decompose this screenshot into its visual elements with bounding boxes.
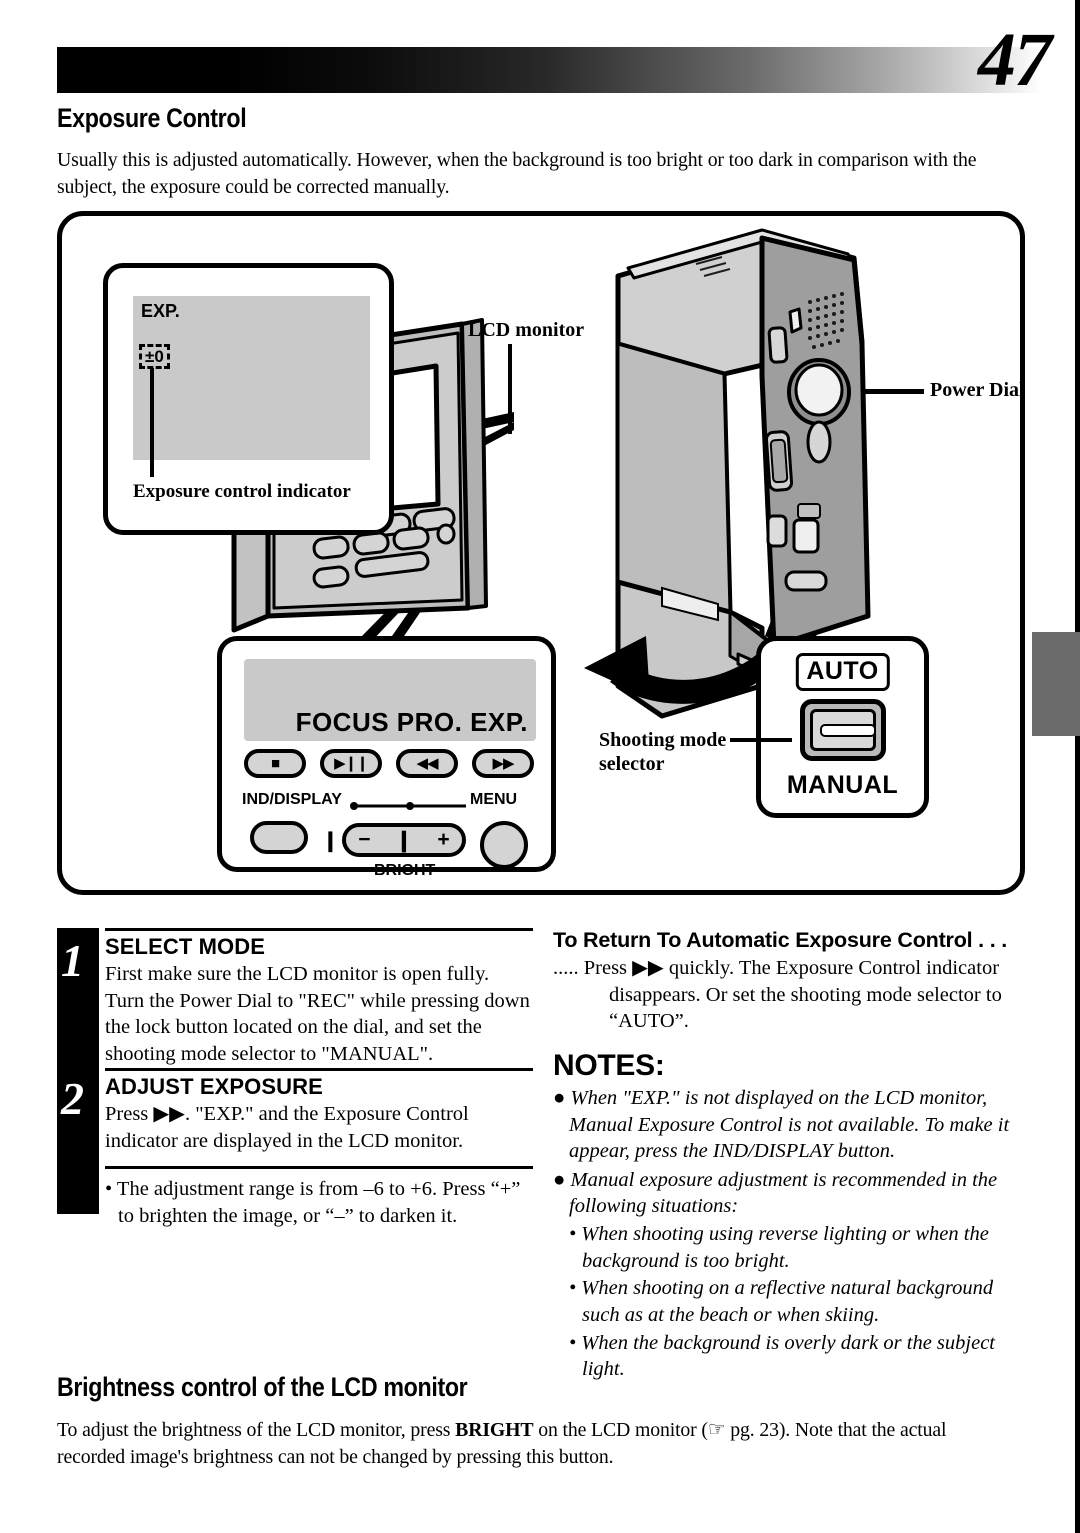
stop-icon: ■ [270,755,280,772]
exposure-indicator-callout: EXP. ±0 Exposure control indicator [103,263,394,535]
step-1-title: SELECT MODE [105,934,265,959]
shooting-mode-callout: AUTO MANUAL [756,636,929,818]
lcd-monitor-label: LCD monitor [468,319,585,341]
step-1-number: 1 [61,935,84,986]
right-column: To Return To Automatic Exposure Control … [553,928,1031,1383]
step-2-number: 2 [61,1073,84,1124]
power-tick-mark: ❙ [322,830,339,852]
shooting-mode-switch[interactable] [799,699,886,761]
shooting-mode-selector-label-line2: selector [599,752,665,775]
shooting-mode-switch-knob[interactable] [819,724,876,737]
bright-button-name: BRIGHT [455,1419,534,1441]
page-edge-rule [1075,0,1080,1533]
brightness-section-text: To adjust the brightness of the LCD moni… [57,1417,998,1470]
page-reference-icon: ☞ [707,1419,726,1441]
brightness-text-mid: on the LCD monitor ( [533,1419,708,1441]
rewind-button[interactable]: ◀◀ [396,749,458,778]
bright-minus-icon: − [358,828,371,851]
lcd-exp-text: EXP. [141,301,180,321]
control-panel-screen-text: FOCUS PRO. EXP. [295,707,528,737]
note-sub-item: • When the background is overly dark or … [569,1331,995,1381]
return-to-auto-text: ..... Press ▶▶ quickly. The Exposure Con… [553,957,1002,1033]
shooting-mode-switch-body [809,709,876,751]
shooting-mode-selector-label-line1: Shooting mode [599,729,727,751]
stop-button[interactable]: ■ [244,749,306,778]
step-2: ADJUST EXPOSURE Press ▶▶. "EXP." and the… [105,1068,533,1154]
rewind-icon: ◀◀ [416,755,438,772]
menu-label: MENU [470,791,518,808]
bright-rocker-button[interactable]: − ❙ + [342,823,466,857]
play-pause-icon: ▶❙❙ [334,755,369,772]
indicator-leader-line [150,368,154,477]
ind-display-label: IND/DISPLAY [242,791,342,808]
step-2-title: ADJUST EXPOSURE [105,1074,323,1099]
shooting-mode-selector-label: Shooting mode selector [599,729,726,776]
note-sub-item: • When shooting using reverse lighting o… [569,1223,989,1272]
note-item: ● Manual exposure adjustment is recommen… [553,1168,998,1218]
control-panel-callout: FOCUS PRO. EXP. ■ ▶❙❙ ◀◀ ▶▶ IND/DISPLAY … [217,636,556,879]
step-2-note: • The adjustment range is from –6 to +6.… [105,1166,533,1229]
shooting-mode-leader-line [730,738,792,742]
play-pause-button[interactable]: ▶❙❙ [320,749,382,778]
exposure-control-indicator-caption: Exposure control indicator [133,481,351,502]
fast-forward-icon: ▶▶ [492,755,514,772]
notes-heading: NOTES: [553,1048,665,1082]
lcd-monitor-leader-line [508,344,512,434]
illustration-frame: EXP. ±0 Exposure control indicator LCD m… [57,211,1025,895]
fast-forward-button[interactable]: ▶▶ [472,749,534,778]
return-to-auto-heading: To Return To Automatic Exposure Control … [553,928,1008,952]
section-edge-tab [1032,632,1080,736]
note-item: ● When "EXP." is not displayed on the LC… [553,1086,1010,1163]
page-title: Exposure Control [57,103,247,133]
step-2-text: Press ▶▶. "EXP." and the Exposure Contro… [105,1103,469,1152]
page-reference: pg. 23 [725,1419,779,1441]
control-panel-screen: FOCUS PRO. EXP. [244,659,536,741]
bright-plus-icon: + [437,828,450,851]
bright-center-mark: ❙ [395,828,413,852]
auto-mode-label: AUTO [795,653,890,691]
power-dial-label: Power Dial [930,379,1025,401]
menu-button[interactable] [480,821,528,869]
page-number: 47 [978,18,1052,102]
step-1-text: First make sure the LCD monitor is open … [105,963,530,1065]
manual-mode-label: MANUAL [786,771,899,799]
section-intro-text: Usually this is adjusted automatically. … [57,149,977,198]
brightness-text-before: To adjust the brightness of the LCD moni… [57,1419,456,1441]
note-sub-item: • When shooting on a reflective natural … [569,1277,994,1327]
ind-display-button[interactable] [250,821,308,854]
brightness-section-title: Brightness control of the LCD monitor [57,1372,468,1402]
bright-label: BRIGHT [374,862,436,879]
step-1: SELECT MODE First make sure the LCD moni… [105,928,533,1068]
page-header-gradient-bar [57,47,1042,93]
adjustment-range-note: • The adjustment range is from –6 to +6.… [105,1178,521,1227]
exposure-control-indicator: ±0 [139,344,170,369]
